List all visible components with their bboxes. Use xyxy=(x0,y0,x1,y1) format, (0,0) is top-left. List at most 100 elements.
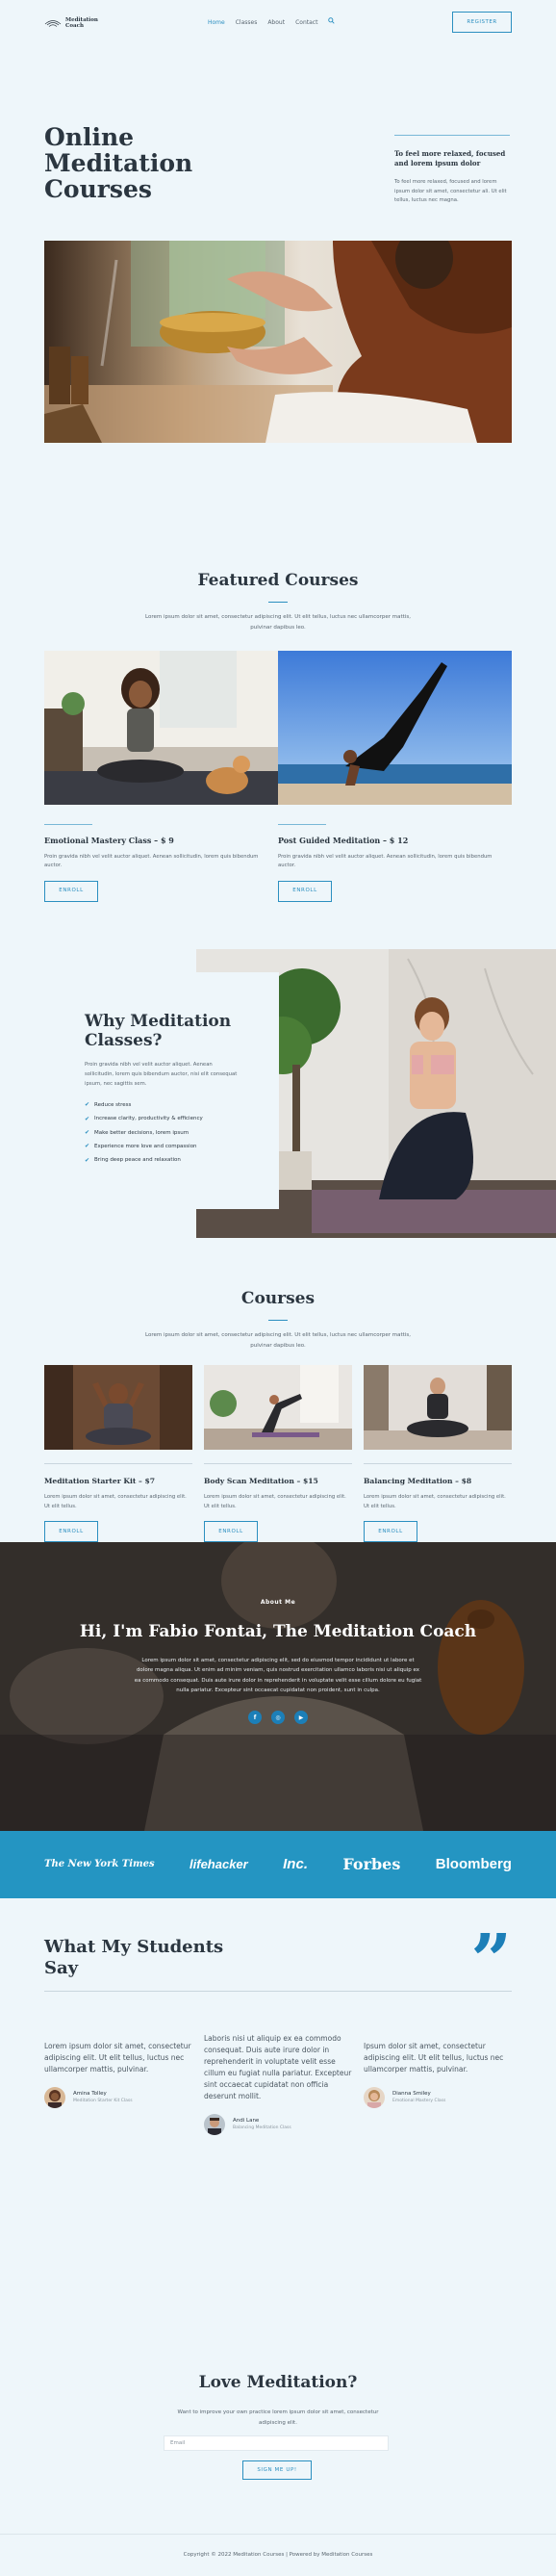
course-image-meditating-in-forest xyxy=(44,1365,192,1450)
list-item: ✔ Reduce stress xyxy=(85,1098,239,1112)
course-card: Post Guided Meditation – $ 12 Proin grav… xyxy=(278,651,512,902)
check-icon: ✔ xyxy=(85,1129,90,1137)
enroll-button[interactable]: ENROLL xyxy=(44,1521,98,1543)
press-logo-forbes: Forbes xyxy=(342,1855,401,1874)
email-field[interactable]: Email xyxy=(164,2435,389,2451)
hero-title: Online Meditation Courses xyxy=(44,123,193,203)
sign-up-button[interactable]: SIGN ME UP! xyxy=(242,2460,312,2480)
list-item: ✔ Bring deep peace and relaxation xyxy=(85,1154,239,1168)
nav-item-about[interactable]: About xyxy=(267,18,285,28)
divider xyxy=(364,1463,512,1464)
section-subtitle: Lorem ipsum dolor sit amet, consectetur … xyxy=(145,614,411,631)
check-icon: ✔ xyxy=(85,1156,90,1164)
divider xyxy=(278,824,326,825)
check-icon: ✔ xyxy=(85,1143,90,1150)
enroll-button[interactable]: ENROLL xyxy=(44,880,98,902)
section-title: Featured Courses xyxy=(197,571,359,590)
search-icon[interactable] xyxy=(328,17,336,28)
check-icon: ✔ xyxy=(85,1115,90,1122)
divider xyxy=(44,824,92,825)
quote-icon: ” xyxy=(470,1919,512,2002)
testimonial-author: Amina Tolley Meditation Starter Kit Clas… xyxy=(44,2087,192,2108)
divider xyxy=(394,135,510,136)
about-kicker: About Me xyxy=(260,1599,296,1606)
press-logos-band: The New York Times lifehacker Inc. Forbe… xyxy=(0,1831,556,1898)
logo-line-2: Coach xyxy=(65,23,84,29)
register-button[interactable]: REGISTER xyxy=(452,12,512,33)
course-image-yoga-stretch-room xyxy=(204,1365,352,1450)
course-description: Proin gravida nibh vel velit auctor aliq… xyxy=(44,853,259,869)
press-logo-bloomberg: Bloomberg xyxy=(435,1856,512,1872)
nav-item-home[interactable]: Home xyxy=(208,18,225,28)
author-role: Balancing Meditation Class xyxy=(233,2125,291,2130)
course-card: Meditation Starter Kit – $7 Lorem ipsum … xyxy=(44,1365,192,1543)
newsletter-section: Love Meditation? Want to improve your ow… xyxy=(0,2226,556,2534)
site-footer: Copyright © 2022 Meditation Courses | Po… xyxy=(0,2534,556,2576)
youtube-icon[interactable]: ▶ xyxy=(294,1711,308,1725)
testimonial-text: Lorem ipsum dolor sit amet, consectetur … xyxy=(44,2042,191,2074)
about-title: Hi, I'm Fabio Fontai, The Meditation Coa… xyxy=(79,1621,477,1641)
testimonial-text: Laboris nisi ut aliquip ex ea commodo co… xyxy=(204,2034,352,2100)
facebook-icon[interactable]: f xyxy=(248,1711,262,1725)
nav-item-contact[interactable]: Contact xyxy=(295,18,317,28)
testimonial-author: Dianna Smiley Emotional Mastery Class xyxy=(364,2087,512,2108)
enroll-button[interactable]: ENROLL xyxy=(364,1521,417,1543)
logo[interactable]: Meditation Coach xyxy=(44,17,98,29)
course-image-yoga-pose-beach xyxy=(278,651,512,805)
author-name: Andi Lane xyxy=(233,2118,260,2124)
enroll-button[interactable]: ENROLL xyxy=(278,880,332,902)
testimonials-section: What My Students Say ” Lorem ipsum dolor… xyxy=(0,1898,556,2226)
hero-aside: To feel more relaxed, focused and lorem … xyxy=(394,135,510,205)
newsletter-text: Want to improve your own practice lorem … xyxy=(177,2409,379,2426)
course-title: Meditation Starter Kit – $7 xyxy=(44,1477,156,1485)
section-subtitle: Lorem ipsum dolor sit amet, consectetur … xyxy=(145,1332,411,1349)
about-text: Lorem ipsum dolor sit amet, consectetur … xyxy=(134,1657,422,1693)
course-title: Body Scan Meditation – $15 xyxy=(204,1477,318,1485)
avatar xyxy=(204,2114,225,2135)
course-title: Post Guided Meditation – $ 12 xyxy=(278,836,409,845)
divider xyxy=(268,602,288,604)
why-section: Why Meditation Classes? Proin gravida ni… xyxy=(0,945,556,1273)
list-item: ✔ Make better decisions, lorem ipsum xyxy=(85,1126,239,1140)
section-title: Courses xyxy=(240,1289,316,1308)
avatar xyxy=(44,2087,65,2108)
divider xyxy=(268,1320,288,1322)
author-role: Meditation Starter Kit Class xyxy=(73,2098,133,2103)
testimonials-title: What My Students Say xyxy=(44,1937,224,1978)
author-role: Emotional Mastery Class xyxy=(392,2098,446,2103)
nav-item-classes[interactable]: Classes xyxy=(236,18,258,28)
why-title: Why Meditation Classes? xyxy=(85,1012,232,1050)
why-text: Proin gravida nibh vel velit auctor aliq… xyxy=(85,1062,238,1088)
course-image-woman-meditating-with-dog xyxy=(44,651,278,805)
logo-text: Meditation Coach xyxy=(65,17,98,29)
list-item: ✔ Increase clarity, productivity & effici… xyxy=(85,1113,239,1126)
check-icon: ✔ xyxy=(85,1101,90,1109)
divider xyxy=(44,1463,192,1464)
course-card: Balancing Meditation – $8 Lorem ipsum do… xyxy=(364,1365,512,1543)
course-title: Emotional Mastery Class – $ 9 xyxy=(44,836,174,845)
hero-aside-heading: To feel more relaxed, focused and lorem … xyxy=(394,149,506,168)
main-nav: Home Classes About Contact xyxy=(208,17,336,28)
lotus-logo-icon xyxy=(44,20,62,27)
course-description: Lorem ipsum dolor sit amet, consectetur … xyxy=(44,1494,187,1509)
social-links: f ◎ ▶ xyxy=(0,1711,556,1725)
testimonial-text: Ipsum dolor sit amet, consectetur adipis… xyxy=(364,2042,504,2074)
testimonial: Ipsum dolor sit amet, consectetur adipis… xyxy=(364,2041,512,2108)
testimonial: Lorem ipsum dolor sit amet, consectetur … xyxy=(44,2041,192,2108)
avatar xyxy=(364,2087,385,2108)
press-logo-nyt: The New York Times xyxy=(44,1859,155,1869)
instagram-icon[interactable]: ◎ xyxy=(271,1711,285,1725)
course-title: Balancing Meditation – $8 xyxy=(364,1477,472,1485)
courses-section: Courses Lorem ipsum dolor sit amet, cons… xyxy=(0,1273,556,1543)
press-logo-lifehacker: lifehacker xyxy=(190,1856,248,1871)
course-description: Lorem ipsum dolor sit amet, consectetur … xyxy=(204,1494,346,1509)
divider xyxy=(44,1991,512,1992)
course-description: Lorem ipsum dolor sit amet, consectetur … xyxy=(364,1494,506,1509)
author-name: Amina Tolley xyxy=(73,2091,107,2097)
list-item: ✔ Experience more love and compassion xyxy=(85,1140,239,1153)
hero-aside-text: To feel more relaxed, focused and lorem … xyxy=(394,179,507,203)
enroll-button[interactable]: ENROLL xyxy=(204,1521,258,1543)
featured-courses-section: Featured Courses Lorem ipsum dolor sit a… xyxy=(0,445,556,945)
benefits-list: ✔ Reduce stress ✔ Increase clarity, produc… xyxy=(85,1098,239,1168)
copyright-text: Copyright © 2022 Meditation Courses | Po… xyxy=(183,2552,373,2559)
